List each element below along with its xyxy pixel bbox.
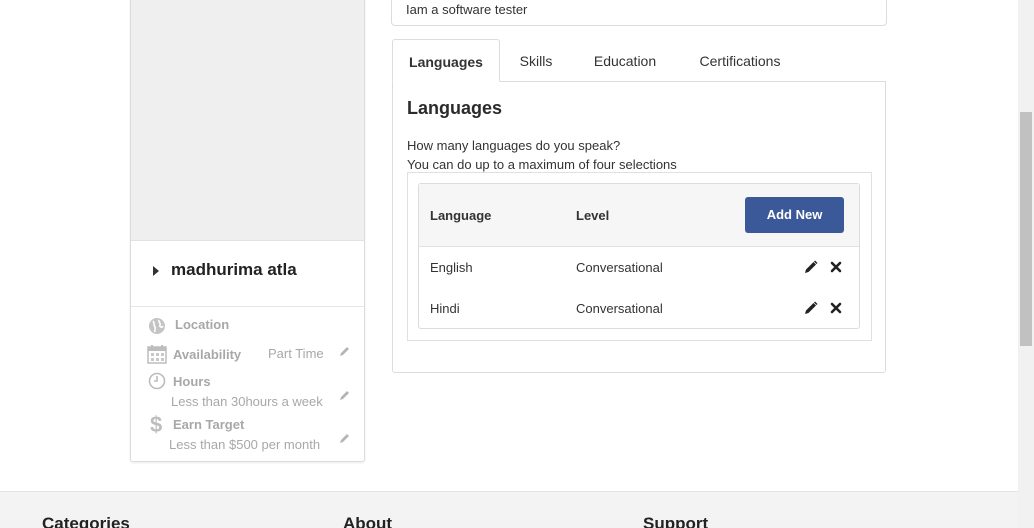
profile-name: madhurima atla	[171, 260, 297, 279]
level-cell: Conversational	[576, 301, 663, 316]
availability-value: Part Time	[268, 346, 324, 361]
table-header: Language Level Add New	[419, 184, 859, 247]
level-cell: Conversational	[576, 260, 663, 275]
close-icon[interactable]	[829, 260, 843, 274]
scrollbar-thumb[interactable]	[1020, 112, 1032, 346]
footer-heading-about: About	[343, 514, 393, 528]
tab-languages[interactable]: Languages	[392, 39, 500, 82]
page: Iam a software tester madhurima atla Loc…	[0, 0, 1018, 528]
earn-target-label: Earn Target	[173, 417, 245, 432]
pencil-icon[interactable]	[339, 345, 351, 357]
profile-name-row[interactable]: madhurima atla	[131, 241, 364, 307]
clock-icon	[148, 372, 166, 390]
location-label: Location	[175, 317, 230, 332]
caret-right-icon[interactable]	[153, 266, 159, 276]
profile-tabs: Languages Skills Education Certification…	[392, 39, 886, 82]
calendar-icon	[147, 345, 167, 364]
earn-target-value: Less than $500 per month	[169, 437, 321, 452]
earn-target-row: $ Earn Target Less than $500 per month	[131, 412, 364, 454]
globe-icon	[149, 318, 165, 334]
about-textarea[interactable]: Iam a software tester	[391, 0, 887, 26]
about-text: Iam a software tester	[406, 2, 528, 17]
close-icon[interactable]	[829, 301, 843, 315]
table-row: Hindi Conversational	[419, 288, 859, 329]
languages-panel: Languages How many languages do you spea…	[392, 81, 886, 373]
footer-heading-support: Support	[643, 514, 709, 528]
availability-row: Availability Part Time	[131, 341, 364, 365]
tab-certifications[interactable]: Certifications	[687, 39, 793, 82]
languages-title: Languages	[407, 98, 503, 118]
hours-label: Hours	[173, 374, 211, 389]
profile-card: madhurima atla Location Availability Par…	[130, 0, 365, 462]
languages-table: Language Level Add New English Conversat…	[418, 183, 860, 329]
column-header-level: Level	[576, 208, 610, 223]
footer: Categories About Support	[0, 491, 1018, 528]
column-header-language: Language	[430, 208, 492, 223]
profile-photo	[131, 0, 364, 241]
vertical-scrollbar[interactable]	[1018, 0, 1034, 528]
languages-table-wrapper: Language Level Add New English Conversat…	[407, 172, 872, 341]
pencil-icon[interactable]	[804, 260, 818, 274]
language-cell: Hindi	[430, 301, 460, 316]
hours-value: Less than 30hours a week	[171, 394, 323, 409]
hours-row: Hours Less than 30hours a week	[131, 369, 364, 411]
dollar-icon: $	[150, 412, 163, 437]
pencil-icon[interactable]	[339, 389, 351, 401]
languages-question: How many languages do you speak?	[407, 138, 621, 153]
pencil-icon[interactable]	[804, 301, 818, 315]
language-cell: English	[430, 260, 473, 275]
tab-skills[interactable]: Skills	[505, 39, 567, 82]
table-row: English Conversational	[419, 247, 859, 288]
pencil-icon[interactable]	[339, 432, 351, 444]
add-new-button[interactable]: Add New	[745, 197, 844, 233]
footer-heading-categories: Categories	[42, 514, 130, 528]
location-row: Location	[131, 314, 364, 336]
tab-education[interactable]: Education	[582, 39, 668, 82]
languages-description: How many languages do you speak? You can…	[407, 136, 677, 174]
availability-label: Availability	[173, 347, 242, 362]
